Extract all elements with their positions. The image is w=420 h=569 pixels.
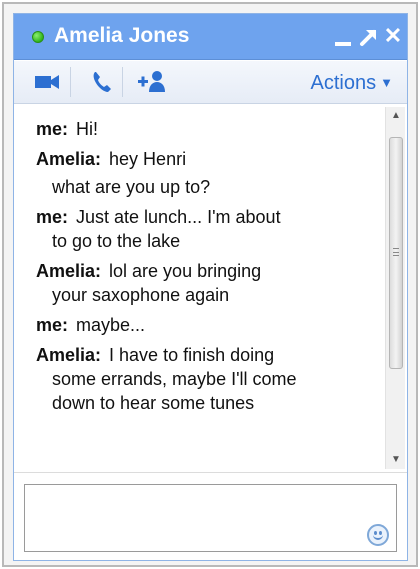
online-status-icon	[32, 31, 44, 43]
message-text-continuation: to go to the lake	[52, 231, 181, 251]
message-sender: Amelia:	[36, 149, 102, 169]
grip-icon	[393, 248, 399, 256]
chat-message: Amelia: hey Henri	[36, 147, 384, 171]
actions-label: Actions	[310, 72, 377, 94]
dropdown-arrow-icon: ▼	[380, 75, 393, 90]
toolbar-divider	[122, 67, 123, 97]
chat-message: me: Just ate lunch... I'm about to go to …	[36, 205, 384, 253]
message-text: Hi!	[76, 119, 99, 139]
message-text-continuation: down to hear some tunes	[52, 393, 255, 413]
message-sender: Amelia:	[36, 261, 102, 281]
message-text: Just ate lunch... I'm about	[76, 207, 281, 227]
message-sender: me:	[36, 119, 69, 139]
message-text: what are you up to?	[52, 177, 211, 197]
message-text: maybe...	[76, 315, 146, 335]
message-sender: me:	[36, 207, 69, 227]
scroll-up-arrow-icon[interactable]: ▲	[386, 107, 406, 125]
message-text-continuation: some errands, maybe I'll come	[52, 369, 297, 389]
scroll-down-arrow-icon[interactable]: ▼	[386, 451, 406, 469]
phone-icon[interactable]	[86, 66, 118, 98]
add-person-icon[interactable]	[136, 66, 168, 98]
message-list: me: Hi! Amelia: hey Henri what are you up …	[14, 105, 384, 471]
contact-name: Amelia Jones	[54, 24, 190, 47]
chat-titlebar[interactable]: Amelia Jones ✕	[14, 14, 407, 60]
input-divider	[14, 472, 407, 473]
chat-message: what are you up to?	[36, 175, 384, 199]
message-scrollbar[interactable]: ▲ ▼	[385, 107, 405, 469]
message-text: lol are you bringing	[109, 261, 262, 281]
chat-toolbar: Actions ▼	[14, 61, 407, 104]
minimize-icon[interactable]	[332, 23, 354, 49]
message-sender: me:	[36, 315, 69, 335]
message-text: hey Henri	[109, 149, 187, 169]
smiley-icon[interactable]	[367, 524, 389, 546]
message-text-continuation: your saxophone again	[52, 285, 230, 305]
chat-window: Amelia Jones ✕ Actions ▼ me: Hi! Amelia:…	[13, 13, 408, 561]
chat-message: Amelia: I have to finish doing some erran…	[36, 343, 384, 415]
video-camera-icon[interactable]	[32, 66, 64, 98]
message-input[interactable]	[24, 484, 397, 552]
toolbar-divider	[70, 67, 71, 97]
close-icon[interactable]: ✕	[382, 23, 404, 49]
message-sender: Amelia:	[36, 345, 102, 365]
actions-menu[interactable]: Actions ▼	[311, 72, 393, 95]
chat-message: Amelia: lol are you bringing your saxopho…	[36, 259, 384, 307]
scrollbar-thumb[interactable]	[389, 137, 403, 369]
popout-arrow-icon[interactable]	[358, 23, 380, 49]
chat-message: me: maybe...	[36, 313, 384, 337]
chat-message: me: Hi!	[36, 117, 384, 141]
message-text: I have to finish doing	[109, 345, 275, 365]
